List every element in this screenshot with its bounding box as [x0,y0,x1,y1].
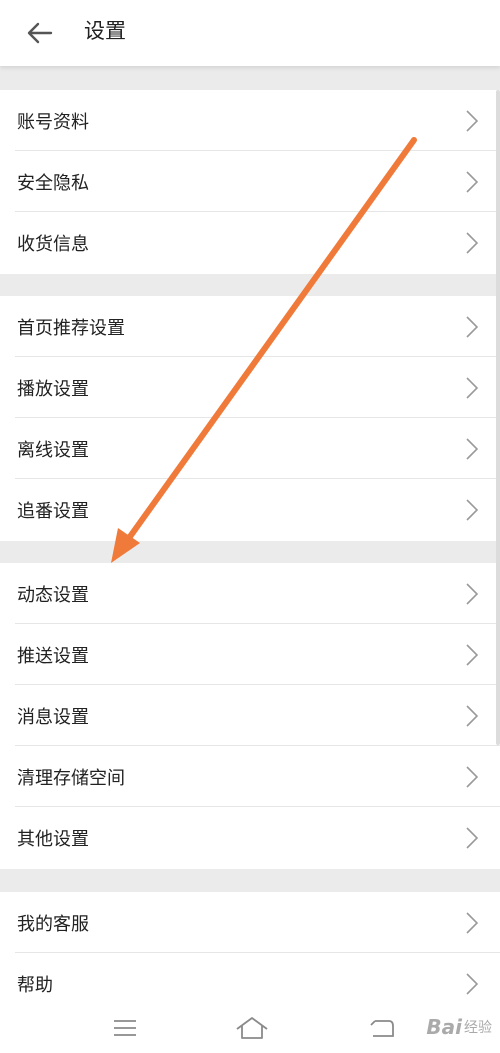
chevron-right-icon [466,827,478,849]
chevron-right-icon [466,437,478,460]
watermark-subtext: 经验 [464,1020,492,1036]
section-gap [0,66,500,90]
chevron-right-icon [466,109,478,132]
home-icon [236,1017,268,1039]
settings-item-customer-service[interactable]: 我的客服 [0,892,500,953]
item-label: 推送设置 [17,645,89,667]
chevron-right-icon [466,765,478,788]
chevron-right-icon [466,643,478,666]
item-label: 账号资料 [17,111,89,133]
chevron-right-icon [466,499,478,521]
chevron-right-icon [466,582,478,605]
item-label: 其他设置 [17,829,89,850]
item-label: 清理存储空间 [17,767,125,789]
settings-item-clear-storage[interactable]: 清理存储空间 [0,746,500,807]
settings-item-offline[interactable]: 离线设置 [0,418,500,479]
item-label: 收货信息 [17,234,89,255]
settings-item-messages[interactable]: 消息设置 [0,685,500,746]
top-bar: 设置 [0,0,500,66]
settings-item-follow-series[interactable]: 追番设置 [0,479,500,541]
item-label: 帮助 [17,974,53,996]
chevron-right-icon [466,170,478,193]
chevron-right-icon [466,232,478,254]
back-icon [370,1020,394,1037]
watermark-logo: Bai 经验 [426,1015,492,1039]
item-label: 我的客服 [17,913,89,935]
watermark-text: Bai [426,1015,462,1039]
scrollbar[interactable] [496,90,500,745]
settings-item-other[interactable]: 其他设置 [0,807,500,869]
settings-item-push[interactable]: 推送设置 [0,624,500,685]
menu-icon [114,1020,136,1036]
chevron-right-icon [466,376,478,399]
settings-item-shipping[interactable]: 收货信息 [0,212,500,274]
chevron-right-icon [466,972,478,995]
section-gap [0,274,500,296]
chevron-right-icon [466,315,478,338]
item-label: 离线设置 [17,439,89,461]
section-gap [0,541,500,563]
item-label: 首页推荐设置 [17,317,125,339]
item-label: 消息设置 [17,706,89,728]
settings-item-dynamic[interactable]: 动态设置 [0,563,500,624]
chevron-right-icon [466,704,478,727]
settings-item-account[interactable]: 账号资料 [0,90,500,151]
back-button[interactable] [0,0,80,66]
system-nav-bar: Bai 经验 [0,1003,500,1053]
item-label: 播放设置 [17,378,89,400]
back-arrow-icon [27,22,53,44]
item-label: 安全隐私 [17,172,89,194]
settings-item-security[interactable]: 安全隐私 [0,151,500,212]
settings-item-playback[interactable]: 播放设置 [0,357,500,418]
home-button[interactable] [232,1013,272,1043]
chevron-right-icon [466,911,478,934]
section-gap [0,869,500,892]
menu-button[interactable] [105,1013,145,1043]
item-label: 追番设置 [17,501,89,522]
page-title: 设置 [84,19,126,43]
back-nav-button[interactable] [360,1013,400,1043]
settings-item-home-recommend[interactable]: 首页推荐设置 [0,296,500,357]
item-label: 动态设置 [17,584,89,606]
